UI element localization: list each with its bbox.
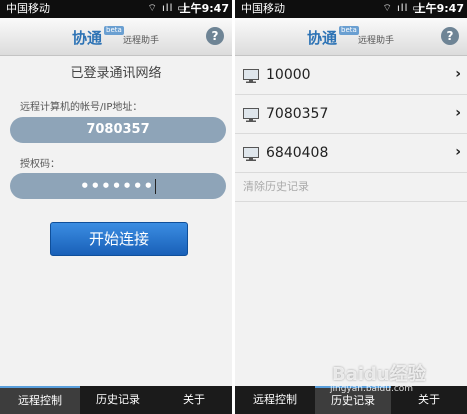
app-header: 协通 beta 远程助手 ? (0, 18, 232, 56)
tab-about[interactable]: 关于 (156, 386, 232, 414)
chevron-right-icon: › (455, 144, 461, 160)
monitor-icon (243, 108, 259, 122)
help-icon[interactable]: ? (206, 27, 224, 45)
history-item[interactable]: 10000 › (235, 56, 467, 95)
status-bar: 中国移动 ⌔ ıll ▭ 上午9:47 (235, 0, 467, 18)
history-item-id: 10000 (266, 67, 311, 83)
monitor-icon (243, 69, 259, 83)
app-subtitle: 远程助手 (358, 36, 395, 46)
auth-code-label: 授权码： (20, 159, 60, 170)
history-item[interactable]: 6840408 › (235, 134, 467, 173)
app-header: 协通 beta 远程助手 ? (235, 18, 467, 56)
start-connect-button[interactable]: 开始连接 (50, 222, 188, 256)
text-caret (155, 179, 157, 194)
beta-badge: beta (104, 26, 124, 35)
watermark-url: jingyan.baidu.com (330, 384, 414, 394)
bottom-tab-bar: 远程控制 历史记录 关于 (0, 386, 232, 414)
help-icon[interactable]: ? (441, 27, 459, 45)
history-screen: 中国移动 ⌔ ıll ▭ 上午9:47 协通 beta 远程助手 ? 10000… (235, 0, 467, 414)
tab-remote-control[interactable]: 远程控制 (0, 386, 80, 414)
account-label: 远程计算机的帐号/IP地址： (20, 102, 143, 113)
history-item[interactable]: 7080357 › (235, 95, 467, 134)
status-bar: 中国移动 ⌔ ıll ▭ 上午9:47 (0, 0, 232, 18)
clock: 上午9:47 (179, 2, 229, 15)
login-status: 已登录通讯网络 (70, 66, 162, 81)
clock: 上午9:47 (414, 2, 464, 15)
auth-code-input[interactable]: ••••••• (10, 173, 226, 199)
history-item-id: 7080357 (266, 106, 329, 122)
carrier-label: 中国移动 (6, 2, 50, 15)
carrier-label: 中国移动 (241, 2, 285, 15)
history-list: 10000 › 7080357 › 6840408 › 清除历史记录 (235, 56, 467, 202)
account-input[interactable]: 7080357 (10, 117, 226, 143)
tab-history[interactable]: 历史记录 (80, 386, 156, 414)
clear-history-button[interactable]: 清除历史记录 (235, 173, 467, 202)
tab-remote-control[interactable]: 远程控制 (235, 386, 315, 414)
app-subtitle: 远程助手 (123, 36, 160, 46)
app-logo: 协通 (72, 29, 103, 47)
auth-code-value: ••••••• (79, 177, 155, 195)
monitor-icon (243, 147, 259, 161)
chevron-right-icon: › (455, 66, 461, 82)
remote-control-screen: 中国移动 ⌔ ıll ▭ 上午9:47 协通 beta 远程助手 ? 已登录通讯… (0, 0, 232, 414)
beta-badge: beta (339, 26, 359, 35)
chevron-right-icon: › (455, 105, 461, 121)
baidu-watermark: Baidu经验 (332, 364, 426, 385)
account-value: 7080357 (86, 122, 150, 137)
app-logo: 协通 (307, 29, 338, 47)
history-item-id: 6840408 (266, 145, 329, 161)
